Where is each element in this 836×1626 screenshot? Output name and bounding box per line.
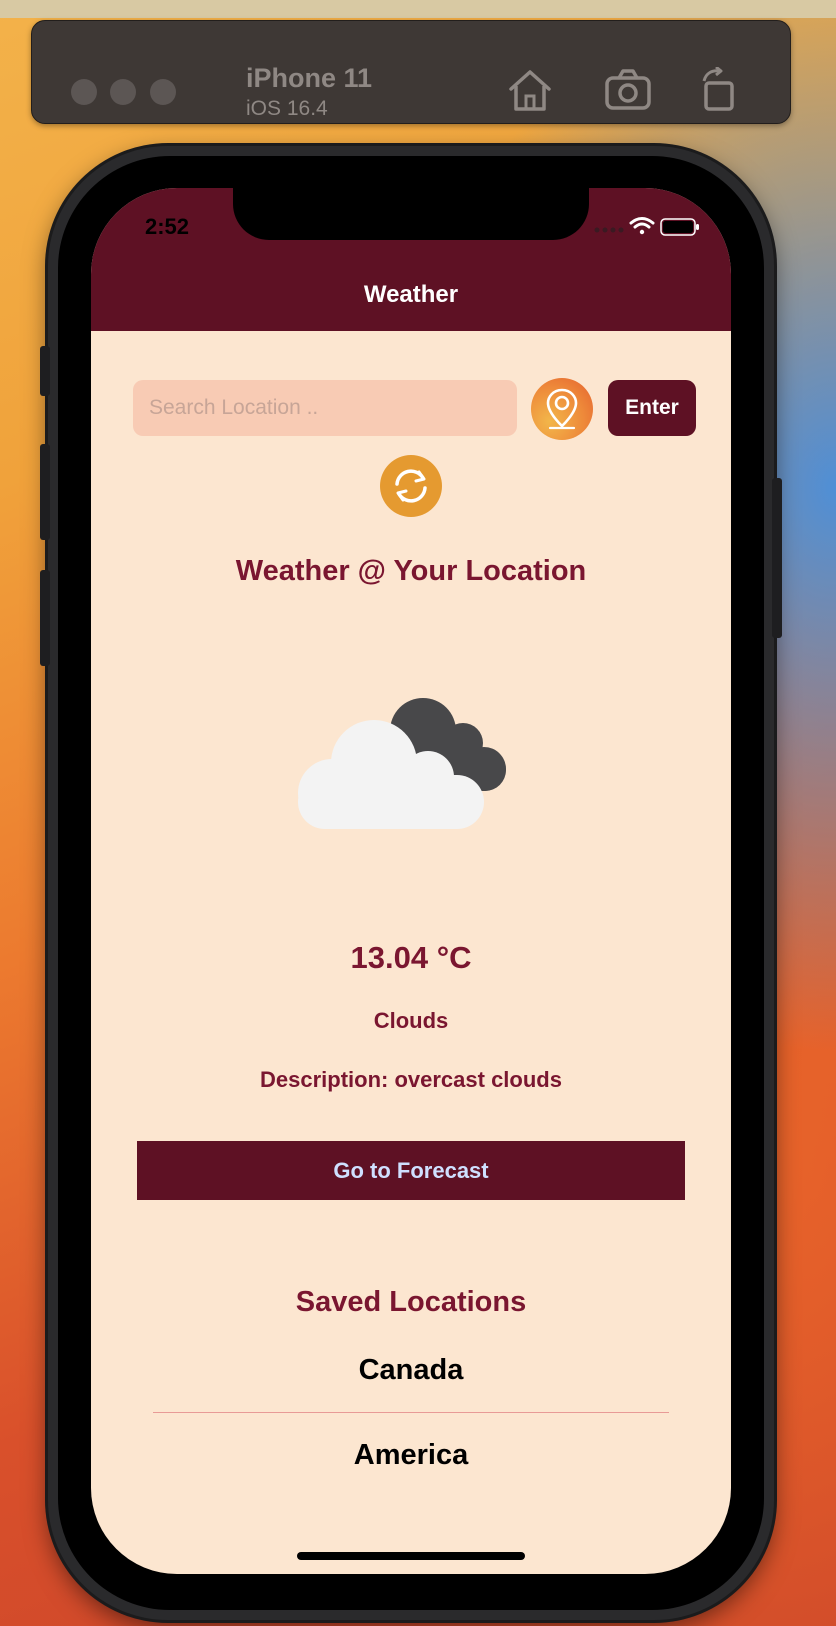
search-input[interactable] [133, 380, 517, 436]
app-screen: 2:52 Weather Search Location .. Enter We… [91, 188, 731, 1574]
saved-locations-heading: Saved Locations [295, 1286, 527, 1318]
cloudy-icon [298, 693, 516, 829]
close-window-button[interactable] [71, 79, 97, 105]
status-icons [593, 216, 703, 236]
temperature: 13.04 °C [350, 940, 472, 975]
list-divider [153, 1412, 669, 1413]
os-version: iOS 16.4 [246, 97, 328, 120]
wifi-icon [629, 217, 655, 235]
volume-down-button [40, 570, 50, 666]
device-name: iPhone 11 [246, 63, 373, 93]
location-pin-icon [546, 388, 578, 430]
home-icon[interactable] [505, 67, 555, 113]
refresh-icon [395, 469, 427, 503]
saved-location-item[interactable]: Canada [91, 1354, 731, 1387]
refresh-button[interactable] [380, 455, 442, 517]
zoom-window-button[interactable] [150, 79, 176, 105]
enter-button[interactable]: Enter [608, 380, 696, 436]
signal-icon [594, 227, 624, 233]
saved-location-item[interactable]: America [91, 1439, 731, 1472]
nav-bar: 2:52 Weather [91, 188, 731, 331]
power-button [772, 478, 782, 638]
screenshot-icon[interactable] [603, 67, 653, 113]
volume-up-button [40, 444, 50, 540]
nav-title: Weather [363, 281, 459, 308]
notch [233, 188, 589, 240]
rotate-icon[interactable] [696, 65, 746, 113]
current-location-button[interactable] [531, 378, 593, 440]
status-time: 2:52 [145, 214, 190, 239]
go-to-forecast-button[interactable]: Go to Forecast [137, 1141, 685, 1200]
mute-switch [40, 346, 50, 396]
weather-condition: Clouds [373, 1008, 449, 1033]
home-indicator[interactable] [297, 1552, 525, 1560]
current-weather-heading: Weather @ Your Location [235, 555, 587, 587]
simulator-toolbar: iPhone 11 iOS 16.4 [31, 20, 791, 124]
minimize-window-button[interactable] [110, 79, 136, 105]
battery-icon [660, 218, 699, 236]
weather-description: Description: overcast clouds [260, 1067, 562, 1092]
macos-menu-bar [0, 0, 836, 18]
